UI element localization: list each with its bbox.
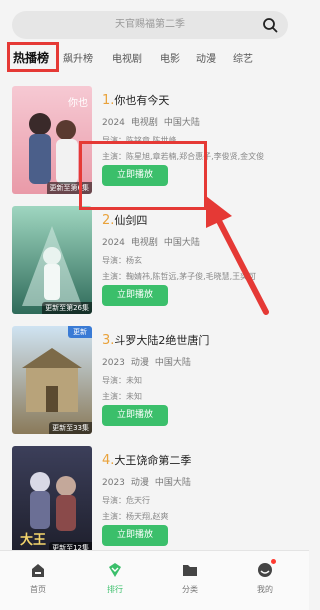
category: 动漫 (130, 478, 149, 488)
highlight-box-play (79, 141, 207, 210)
title-text: 你也有今天 (114, 94, 170, 107)
nav-label: 首页 (30, 585, 46, 594)
nav-label: 我的 (257, 585, 273, 594)
play-now-button[interactable]: 立即播放 (102, 405, 168, 426)
notification-dot (271, 559, 276, 564)
item-meta: 2024 电视剧 中国大陆 (102, 115, 206, 128)
poster-image[interactable]: 更新至第26集 (12, 206, 92, 314)
bottom-nav: 首页 排行 分类 我的 (0, 550, 309, 610)
rank-number: 3. (102, 333, 115, 348)
region: 中国大陆 (154, 478, 191, 488)
nav-category[interactable]: 分类 (160, 557, 220, 601)
highlight-box-tab (7, 42, 59, 72)
region: 中国大陆 (163, 238, 200, 248)
category: 动漫 (130, 358, 149, 368)
update-tag: 更新 (68, 326, 92, 338)
list-item[interactable]: 大王 更新至12集 4.大王饶命第二季 2023 动漫 中国大陆 导演：危天行 主演… (0, 439, 309, 550)
cast-text: 主演：鞠婧祎,陈哲远,茅子俊,毛晓慧,王奕可 (102, 272, 257, 281)
item-meta: 2023 动漫 中国大陆 (102, 355, 197, 368)
rank-number: 2. (102, 213, 115, 228)
title-text: 大王饶命第二季 (114, 454, 192, 467)
rank-number: 1. (102, 93, 115, 108)
director-text: 导演：危天行 (102, 496, 150, 505)
item-title[interactable]: 2.仙剑四 (102, 212, 147, 228)
year: 2023 (102, 358, 125, 368)
nav-home[interactable]: 首页 (8, 557, 68, 601)
year: 2024 (102, 118, 125, 128)
category: 电视剧 (130, 118, 158, 128)
search-bar[interactable]: 天官赐福第二季 (12, 11, 288, 39)
rank-diamond-icon (109, 563, 121, 577)
tab-variety[interactable]: 综艺 (233, 50, 253, 65)
region: 中国大陆 (163, 118, 200, 128)
rank-number: 4. (102, 453, 115, 468)
year: 2024 (102, 238, 125, 248)
region: 中国大陆 (154, 358, 191, 368)
play-now-button[interactable]: 立即播放 (102, 285, 168, 306)
folder-icon (183, 565, 197, 576)
nav-profile[interactable]: 我的 (235, 557, 295, 601)
home-icon (32, 564, 44, 577)
item-meta: 2023 动漫 中国大陆 (102, 475, 197, 488)
nav-label: 排行 (107, 585, 123, 594)
list-item[interactable]: 更新 更新至33集 3.斗罗大陆2绝世唐门 2023 动漫 中国大陆 导演：未知 主… (0, 319, 309, 439)
nav-label: 分类 (182, 585, 198, 594)
item-meta: 2024 电视剧 中国大陆 (102, 235, 206, 248)
search-placeholder: 天官赐福第二季 (115, 19, 185, 30)
year: 2023 (102, 478, 125, 488)
episode-badge: 更新至12集 (49, 542, 92, 550)
svg-text:大王: 大王 (20, 532, 46, 548)
play-now-button[interactable]: 立即播放 (102, 525, 168, 546)
category: 电视剧 (130, 238, 158, 248)
item-title[interactable]: 4.大王饶命第二季 (102, 452, 191, 468)
episode-badge: 更新至第26集 (42, 302, 92, 314)
episode-badge: 更新至33集 (49, 422, 92, 434)
list-item[interactable]: 更新至第26集 2.仙剑四 2024 电视剧 中国大陆 导演：杨玄 主演：鞠婧祎,陈… (0, 199, 309, 319)
title-text: 斗罗大陆2绝世唐门 (114, 334, 210, 347)
tab-rising[interactable]: 飙升榜 (63, 50, 93, 65)
poster-image[interactable]: 大王 更新至12集 (12, 446, 92, 550)
poster-image[interactable]: 更新 更新至33集 (12, 326, 92, 434)
search-icon[interactable] (262, 17, 278, 33)
director-text: 导演：未知 (102, 376, 142, 385)
nav-ranking[interactable]: 排行 (85, 557, 145, 601)
cast-text: 主演：未知 (102, 392, 142, 401)
svg-text:你也: 你也 (68, 96, 88, 109)
tab-tv[interactable]: 电视剧 (112, 50, 142, 65)
director-text: 导演：杨玄 (102, 256, 142, 265)
item-title[interactable]: 3.斗罗大陆2绝世唐门 (102, 332, 209, 348)
item-title[interactable]: 1.你也有今天 (102, 92, 169, 108)
cast-text: 主演：杨天翔,赵爽 (102, 512, 169, 521)
tab-movie[interactable]: 电影 (160, 50, 180, 65)
title-text: 仙剑四 (114, 214, 148, 227)
tab-anime[interactable]: 动漫 (196, 50, 216, 65)
